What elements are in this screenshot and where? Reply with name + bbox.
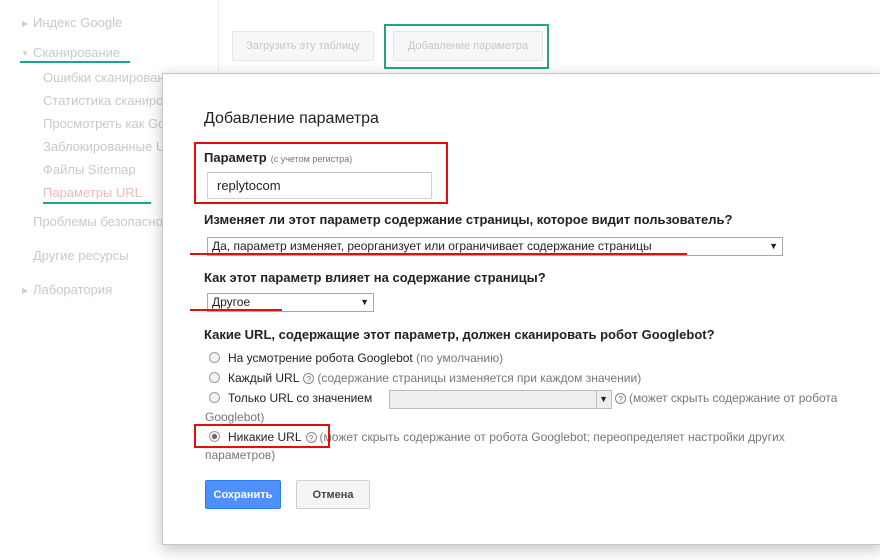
option-label: Каждый URL: [228, 371, 300, 385]
annotation-box: [384, 24, 549, 69]
download-table-button[interactable]: Загрузить эту таблицу: [232, 31, 374, 61]
annotation-underline: [20, 61, 130, 63]
option-note: (содержание страницы изменяется при кажд…: [317, 371, 642, 385]
option-note-continued: Googlebot): [205, 410, 265, 424]
question-changes-content: Изменяет ли этот параметр содержание стр…: [204, 212, 733, 227]
radio-button[interactable]: [209, 352, 220, 363]
sidebar-item-index[interactable]: Индекс Google: [33, 15, 122, 30]
option-every-url[interactable]: Каждый URL? (содержание страницы изменяет…: [209, 371, 641, 385]
dropdown-arrow-icon: ▼: [360, 297, 369, 307]
option-label: На усмотрение робота Googlebot: [228, 351, 413, 365]
changes-content-value: Да, параметр изменяет, реорганизует или …: [212, 239, 652, 253]
radio-button[interactable]: [209, 392, 220, 403]
sidebar-subitem-crawl-errors[interactable]: Ошибки сканирования: [43, 70, 179, 85]
option-label: Только URL со значением: [228, 391, 373, 405]
annotation-underline: [190, 309, 282, 311]
sidebar-item-security[interactable]: Проблемы безопасности: [33, 214, 183, 229]
chevron-right-icon: ▶: [22, 19, 29, 28]
option-note-continued: параметров): [205, 448, 276, 462]
chevron-right-icon: ▶: [22, 286, 29, 295]
help-icon[interactable]: ?: [615, 393, 626, 404]
save-button[interactable]: Сохранить: [205, 480, 281, 509]
annotation-underline: [43, 202, 151, 204]
annotation-underline: [190, 253, 687, 255]
dropdown-arrow-icon: ▼: [596, 391, 610, 408]
dialog-title: Добавление параметра: [204, 110, 379, 127]
annotation-box: [194, 142, 448, 204]
question-affects-content: Как этот параметр влияет на содержание с…: [204, 270, 546, 285]
sidebar-subitem-url-parameters[interactable]: Параметры URL: [43, 185, 142, 200]
question-which-urls: Какие URL, содержащие этот параметр, дол…: [204, 327, 715, 342]
option-only-value[interactable]: Только URL со значением: [209, 391, 372, 405]
sidebar-subitem-sitemaps[interactable]: Файлы Sitemap: [43, 162, 136, 177]
option-note: (может скрыть содержание от робота Googl…: [319, 430, 785, 444]
option-only-value-note: ? (может скрыть содержание от робота: [615, 391, 837, 405]
option-note: (по умолчанию): [416, 351, 504, 365]
dropdown-arrow-icon: ▼: [769, 241, 778, 251]
sidebar-item-crawl[interactable]: Сканирование: [33, 45, 120, 60]
annotation-box: [194, 424, 330, 448]
value-select[interactable]: ▼: [389, 390, 612, 409]
cancel-button[interactable]: Отмена: [296, 480, 370, 509]
option-note: (может скрыть содержание от робота: [629, 391, 838, 405]
radio-button[interactable]: [209, 372, 220, 383]
sidebar-item-other-resources[interactable]: Другие ресурсы: [33, 248, 129, 263]
chevron-down-icon: ▼: [21, 49, 29, 58]
affects-content-value: Другое: [212, 295, 251, 309]
option-googlebot-decides[interactable]: На усмотрение робота Googlebot (по умолч…: [209, 351, 503, 365]
sidebar-item-labs[interactable]: Лаборатория: [33, 282, 112, 297]
help-icon[interactable]: ?: [303, 373, 315, 384]
